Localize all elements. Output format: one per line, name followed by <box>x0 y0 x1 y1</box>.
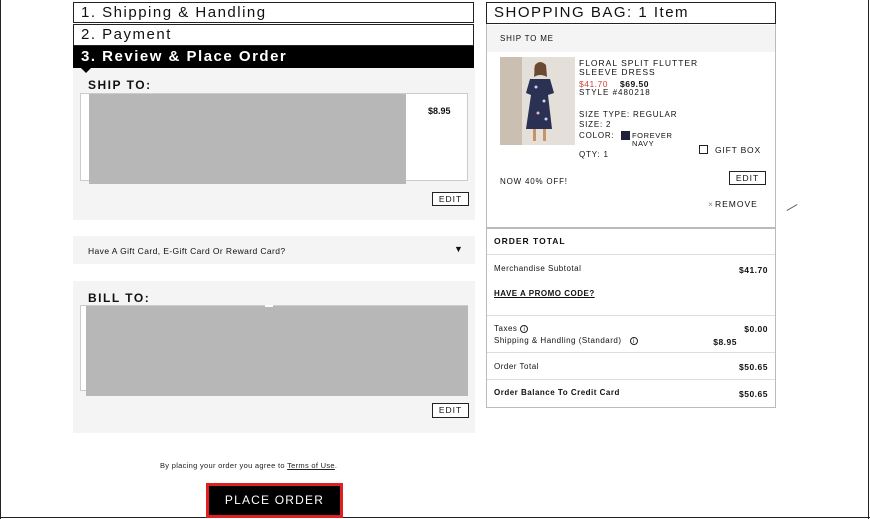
order-total-divider <box>487 254 775 255</box>
gift-card-prompt[interactable]: Have A Gift Card, E-Gift Card Or Reward … <box>88 246 286 256</box>
terms-suffix: . <box>334 461 338 470</box>
gift-box-label[interactable]: GIFT BOX <box>715 145 761 155</box>
info-icon[interactable]: i <box>629 336 638 345</box>
chevron-down-icon[interactable]: ▼ <box>454 244 463 254</box>
shipping-label: Shipping & Handling (Standard) <box>494 336 622 345</box>
window-border-bottom <box>0 517 870 518</box>
product-name-line2: SLEEVE DRESS <box>579 67 656 77</box>
order-total-box <box>486 228 776 408</box>
remove-item-link[interactable]: ×REMOVE <box>708 199 758 209</box>
shipping-price: $8.95 <box>428 106 451 116</box>
shipping-row: Shipping & Handling (Standard) i <box>494 336 638 345</box>
product-color-line2: NAVY <box>632 139 655 148</box>
order-total-title: ORDER TOTAL <box>494 236 566 246</box>
color-swatch <box>621 131 630 140</box>
window-border-right <box>868 0 869 519</box>
edit-bill-to-button[interactable]: EDIT <box>432 403 469 418</box>
taxes-row: Taxes i <box>494 324 529 333</box>
edit-ship-to-button[interactable]: EDIT <box>432 192 469 206</box>
ship-to-me-label: SHIP TO ME <box>500 34 554 43</box>
product-image[interactable] <box>500 57 575 145</box>
product-color-name: FOREVER NAVY <box>632 132 682 148</box>
edit-bag-item-button[interactable]: EDIT <box>729 171 766 185</box>
order-total-value: $50.65 <box>739 362 768 372</box>
info-icon[interactable]: i <box>520 324 529 333</box>
product-size: SIZE: 2 <box>579 120 612 129</box>
gift-box-checkbox[interactable] <box>699 145 708 154</box>
ship-to-address-redacted <box>89 94 406 184</box>
product-style-number: STYLE #480218 <box>579 88 651 97</box>
terms-prefix: By placing your order you agree to <box>160 461 285 470</box>
place-order-button[interactable]: PLACE ORDER <box>206 483 343 518</box>
shipping-value: $8.95 <box>713 337 737 347</box>
taxes-value: $0.00 <box>744 324 768 334</box>
remove-label: REMOVE <box>714 199 758 209</box>
close-icon: × <box>708 199 714 209</box>
step-review-place-order: 3. Review & Place Order <box>73 46 474 68</box>
balance-divider <box>487 379 775 380</box>
active-step-arrow-icon <box>80 67 92 73</box>
product-size-type: SIZE TYPE: REGULAR <box>579 110 678 119</box>
bill-to-divider <box>265 305 273 307</box>
product-color-label: COLOR: <box>579 131 615 140</box>
terms-of-use-link[interactable]: Terms of Use <box>287 461 335 470</box>
bill-to-address-redacted <box>86 306 468 396</box>
ship-to-label: SHIP TO: <box>88 78 152 92</box>
order-total-label: Order Total <box>494 362 539 371</box>
step-shipping-handling[interactable]: 1. Shipping & Handling <box>73 2 474 23</box>
merchandise-subtotal-label: Merchandise Subtotal <box>494 264 582 273</box>
promo-divider <box>487 315 775 316</box>
shopping-bag-title: SHOPPING BAG: 1 Item <box>486 2 776 24</box>
step-payment[interactable]: 2. Payment <box>73 24 474 46</box>
promo-code-link[interactable]: HAVE A PROMO CODE? <box>494 289 595 298</box>
bill-to-label: BILL TO: <box>88 291 151 305</box>
subtotal-divider <box>487 352 775 353</box>
stray-mark <box>786 204 798 211</box>
terms-notice: By placing your order you agree to Terms… <box>160 461 337 470</box>
balance-label: Order Balance To Credit Card <box>494 388 620 397</box>
window-border-left <box>0 0 1 519</box>
balance-value: $50.65 <box>739 389 768 399</box>
taxes-label: Taxes <box>494 324 518 333</box>
merchandise-subtotal-value: $41.70 <box>739 265 768 275</box>
product-quantity: QTY: 1 <box>579 150 609 159</box>
product-name[interactable]: FLORAL SPLIT FLUTTER SLEEVE DRESS <box>579 59 729 77</box>
discount-notice: NOW 40% OFF! <box>500 177 568 186</box>
